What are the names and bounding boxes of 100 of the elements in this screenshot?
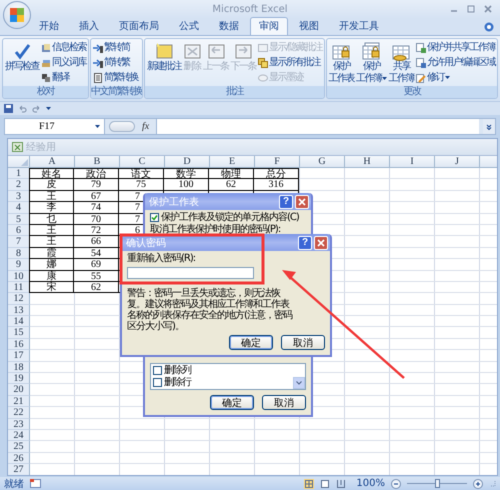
row-header[interactable]: 26 <box>8 452 30 464</box>
ribbon-button[interactable]: 新建批注 <box>146 40 182 85</box>
ribbon-tab[interactable]: 页面布局 <box>110 17 168 35</box>
password-field[interactable] <box>127 267 254 279</box>
ribbon-button[interactable]: 翻译 <box>40 72 87 83</box>
ribbon-button[interactable]: 保护 工作表 <box>328 40 356 85</box>
scroll-down-button[interactable] <box>293 377 305 389</box>
maximize-icon <box>467 5 475 13</box>
notes-icon <box>258 58 268 68</box>
checkbox[interactable] <box>153 366 162 375</box>
zoom-out-button[interactable] <box>391 478 401 488</box>
row-header[interactable]: 18 <box>8 362 30 374</box>
row-header[interactable]: 17 <box>8 350 30 362</box>
table-cell: 6 <box>135 224 140 236</box>
ribbon-button[interactable]: 共享 工作簿 <box>388 40 416 85</box>
dialog-button[interactable]: 取消 <box>262 395 306 410</box>
insert-function-button[interactable]: fx <box>139 121 152 132</box>
ribbon-tab[interactable]: 数据 <box>210 17 248 35</box>
ribbon-button[interactable]: 修订 <box>415 72 496 83</box>
ribbon-button[interactable]: 保护并共享工作簿 <box>415 42 496 53</box>
column-header[interactable]: J <box>435 156 480 167</box>
dialog-button[interactable]: 确定 <box>210 395 254 410</box>
table-cell: 72 <box>74 224 119 236</box>
row-header[interactable]: 14 <box>8 316 30 328</box>
ribbon-button[interactable]: 允许用户编辑区域 <box>415 57 496 68</box>
row-header[interactable]: 22 <box>8 407 30 419</box>
list-item[interactable]: 删除列 <box>164 365 191 376</box>
column-header[interactable]: B <box>75 156 120 167</box>
table-cell: 皮 <box>29 179 74 191</box>
help-button[interactable]: ? <box>298 236 312 250</box>
close-icon <box>298 198 306 206</box>
page-layout-button[interactable] <box>320 478 330 488</box>
name-box[interactable]: F17 <box>5 119 105 134</box>
row-header[interactable]: 20 <box>8 384 30 396</box>
ribbon-button[interactable]: 保护 工作簿 <box>355 40 388 85</box>
ribbon-tab[interactable]: 公式 <box>170 17 208 35</box>
zoom-level[interactable]: 100% <box>356 478 385 489</box>
ribbon-tab[interactable]: 开始 <box>30 17 68 35</box>
row-header[interactable]: 4 <box>8 202 30 214</box>
table-cell: 79 <box>74 179 119 191</box>
locked-sheet-icon <box>416 58 426 68</box>
row-header[interactable]: 21 <box>8 396 30 408</box>
undo-icon <box>18 104 27 113</box>
dialog-button[interactable]: 确定 <box>229 335 273 350</box>
field-label: 重新输入密码(R): <box>127 253 196 264</box>
zoom-in-button[interactable] <box>473 478 483 488</box>
row-header[interactable]: 1 <box>8 168 30 180</box>
row-header[interactable]: 2 <box>8 179 30 191</box>
column-header[interactable]: A <box>30 156 75 167</box>
row-header[interactable]: 12 <box>8 293 30 305</box>
close-button[interactable] <box>314 236 328 250</box>
close-button[interactable] <box>295 194 309 208</box>
row-header[interactable]: 19 <box>8 373 30 384</box>
row-header[interactable]: 25 <box>8 441 30 453</box>
locked-sheet-icon <box>416 42 426 52</box>
column-header[interactable]: H <box>345 156 390 167</box>
column-header[interactable]: D <box>165 156 210 167</box>
row-header[interactable]: 13 <box>8 304 30 316</box>
arrow-document-icon <box>92 58 103 68</box>
pencil-icon <box>416 72 426 82</box>
row-header[interactable]: 9 <box>8 259 30 271</box>
table-cell: 75 <box>119 179 164 191</box>
ribbon-tab[interactable]: 插入 <box>70 17 108 35</box>
checkbox-label: 保护工作表及锁定的单元格内容(C) <box>161 212 299 223</box>
formula-input[interactable] <box>156 119 479 134</box>
checkbox[interactable] <box>150 213 159 222</box>
caret-icon <box>95 124 100 128</box>
help-button[interactable]: ? <box>279 194 293 208</box>
ribbon-button[interactable]: 繁转简 <box>92 42 139 53</box>
row-header[interactable]: 24 <box>8 430 30 442</box>
ribbon-button[interactable]: 简繁转换 <box>92 72 139 83</box>
note-icon <box>258 42 268 52</box>
column-header[interactable]: C <box>120 156 165 167</box>
ribbon-tab[interactable]: 视图 <box>290 17 328 35</box>
arrow-document-icon <box>92 42 103 52</box>
ribbon-tab[interactable]: 开发工具 <box>330 17 388 35</box>
slider-thumb[interactable] <box>435 479 440 488</box>
ribbon-button[interactable]: 拼写检查 <box>4 40 40 85</box>
column-header[interactable]: F <box>255 156 300 167</box>
column-header[interactable]: G <box>300 156 345 167</box>
row-header[interactable]: 16 <box>8 338 30 350</box>
ribbon-tab[interactable]: 审阅 <box>250 17 288 35</box>
column-header[interactable]: I <box>390 156 435 167</box>
ribbon-button[interactable]: 信息检索 <box>40 42 87 53</box>
page-break-button[interactable] <box>336 478 346 488</box>
row-header[interactable]: 23 <box>8 418 30 430</box>
row-header[interactable]: 27 <box>8 464 30 475</box>
ribbon-button[interactable]: 显示所有批注 <box>256 57 323 68</box>
normal-view-button[interactable] <box>304 478 314 488</box>
row-header[interactable]: 15 <box>8 327 30 339</box>
row-header[interactable]: 7 <box>8 236 30 248</box>
dialog-button[interactable]: 取消 <box>281 335 325 350</box>
ribbon-button[interactable]: 同义词库 <box>40 57 87 68</box>
column-header[interactable]: E <box>210 156 255 167</box>
locked-workbook-icon <box>362 41 380 61</box>
table-cell: 7 <box>135 190 140 202</box>
expand-button[interactable] <box>483 119 495 134</box>
checkbox[interactable] <box>153 378 162 387</box>
ribbon-button[interactable]: 简转繁 <box>92 57 139 68</box>
list-item[interactable]: 删除行 <box>164 377 191 388</box>
